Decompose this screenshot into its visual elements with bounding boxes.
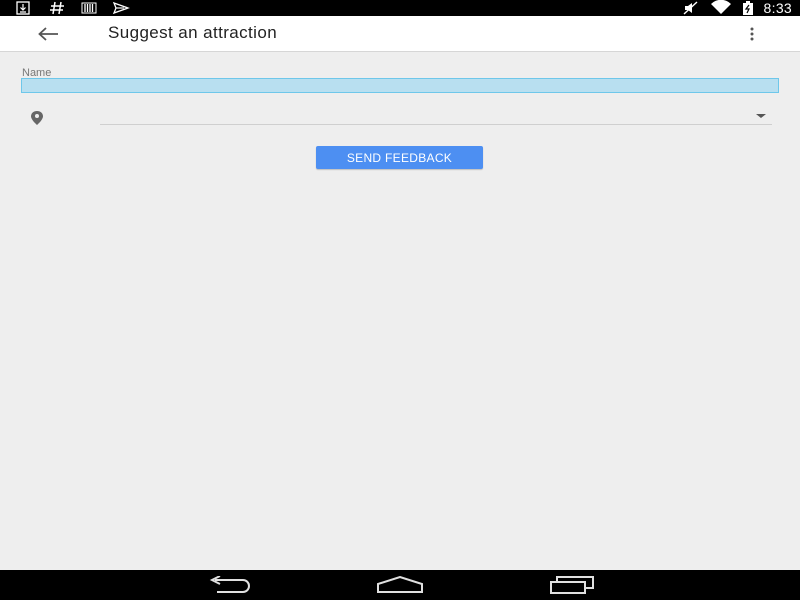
battery-icon (742, 0, 754, 16)
send-icon (112, 0, 130, 16)
wifi-icon (710, 0, 732, 16)
status-time: 8:33 (763, 0, 792, 16)
overflow-menu-button[interactable] (742, 24, 762, 44)
nav-back-button[interactable] (204, 574, 256, 596)
back-icon (209, 576, 250, 593)
arrow-back-icon (38, 27, 58, 41)
hash-icon (48, 0, 66, 16)
navigation-bar (0, 570, 800, 600)
nav-home-button[interactable] (374, 574, 426, 596)
status-bar-system: 8:33 (682, 0, 792, 16)
more-vert-icon (750, 27, 754, 41)
recents-icon (550, 576, 594, 594)
barcode-icon (80, 0, 98, 16)
status-bar: 8:33 (0, 0, 800, 16)
name-field[interactable] (21, 78, 779, 93)
app-bar: Suggest an attraction (0, 16, 800, 52)
map-marker-icon (28, 110, 46, 126)
attraction-type-select[interactable] (100, 106, 772, 125)
back-button[interactable] (34, 22, 62, 46)
mute-icon (682, 0, 700, 16)
download-icon (14, 0, 32, 16)
page-title: Suggest an attraction (108, 23, 278, 42)
send-feedback-button[interactable]: SEND FEEDBACK (316, 146, 483, 169)
nav-recents-button[interactable] (546, 574, 598, 596)
dropdown-arrow-icon (756, 114, 766, 118)
status-bar-notifications (14, 0, 130, 16)
home-icon (377, 576, 423, 593)
